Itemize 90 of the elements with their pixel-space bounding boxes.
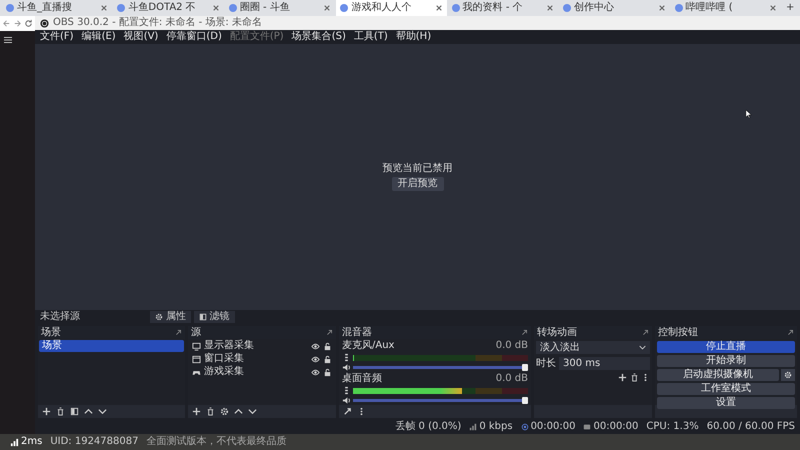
undock-icon[interactable] [787, 329, 794, 336]
settings-icon[interactable] [220, 407, 229, 416]
undock-icon[interactable] [326, 329, 333, 336]
control-button[interactable]: 工作室模式 [657, 383, 795, 395]
channel-name: 桌面音频 [342, 373, 382, 385]
control-button[interactable]: 设置 [657, 397, 795, 409]
move-up-icon[interactable] [234, 407, 243, 416]
notice-text: 全面测试版本，不代表最终品质 [146, 436, 286, 448]
filter-icon [198, 313, 206, 321]
volume-slider-handle[interactable] [522, 397, 528, 404]
source-name[interactable]: 显示器采集 [204, 340, 308, 352]
delete-icon[interactable] [56, 407, 65, 416]
move-down-icon[interactable] [98, 407, 107, 416]
menu-item[interactable]: 帮助(H) [396, 31, 432, 43]
filters-button[interactable]: 滤镜 [194, 311, 234, 323]
back-icon[interactable] [2, 19, 11, 28]
gear-icon [784, 371, 792, 379]
enable-preview-button[interactable]: 开启预览 [392, 177, 444, 192]
transition-dropdown[interactable]: 淡入淡出 [536, 341, 650, 354]
duration-field[interactable]: 300 ms [559, 357, 650, 370]
settings-button[interactable] [781, 369, 795, 381]
move-up-icon[interactable] [84, 407, 93, 416]
forward-icon[interactable] [13, 19, 22, 28]
fps-counter: 60.00 / 60.00 FPS [706, 421, 795, 433]
control-button[interactable]: 启动虚拟摄像机 [657, 369, 778, 381]
user-id: UID: 1924788087 [50, 436, 138, 448]
browser-tab[interactable]: 游戏和人人个 [336, 0, 447, 16]
preview-message: 预览当前已禁用 [382, 162, 452, 175]
dock-title: 转场动画 [537, 326, 577, 338]
monitor-icon [192, 342, 201, 350]
dropped-frames: 丢帧 0 (0.0%) [395, 421, 462, 433]
app-logo-icon [40, 18, 49, 28]
window-icon [192, 354, 201, 364]
mouse-pointer-icon [745, 110, 754, 119]
undock-icon[interactable] [521, 329, 528, 336]
window-title: OBS 30.0.2 - 配置文件: 未命名 - 场景: 未命名 [53, 17, 262, 29]
add-icon[interactable] [192, 407, 201, 416]
menu-item[interactable]: 编辑(E) [82, 31, 116, 43]
menu-item[interactable]: 场景集合(S) [292, 31, 346, 43]
channel-reading: 0.0 dB [496, 373, 528, 385]
reload-icon[interactable] [24, 19, 33, 28]
gear-icon [155, 313, 163, 321]
volume-slider-handle[interactable] [522, 364, 528, 371]
channel-reading: 0.0 dB [496, 340, 528, 352]
speaker-icon[interactable] [342, 396, 351, 405]
signal-icon [10, 438, 19, 446]
scene-item[interactable]: 场景 [39, 340, 184, 352]
undock-icon[interactable] [175, 329, 182, 336]
eye-icon[interactable] [311, 354, 320, 364]
source-name[interactable]: 游戏采集 [204, 366, 308, 378]
channel-name: 麦克风/Aux [342, 340, 394, 352]
menu-item[interactable]: 视图(V) [124, 31, 158, 43]
cpu-usage: CPU: 1.3% [646, 421, 699, 433]
unlock-icon[interactable] [323, 354, 332, 364]
add-icon[interactable] [42, 407, 51, 416]
control-button[interactable]: 停止直播 [657, 341, 795, 353]
link-icon[interactable] [343, 407, 352, 416]
bitrate: 0 kbps [479, 421, 513, 433]
control-button[interactable]: 开始录制 [657, 355, 795, 367]
unlock-icon[interactable] [323, 342, 332, 350]
dock-title: 场景 [41, 326, 61, 338]
stream-icon [520, 423, 529, 431]
stream-time: 00:00:00 [530, 421, 576, 433]
signal-icon [469, 423, 478, 431]
record-time: 00:00:00 [593, 421, 638, 433]
menu-item[interactable]: 工具(T) [354, 31, 388, 43]
more-icon[interactable] [342, 386, 351, 395]
delete-icon[interactable] [206, 407, 215, 416]
menu-item[interactable]: 文件(F) [40, 31, 74, 43]
eye-icon[interactable] [311, 368, 320, 376]
delete-icon[interactable] [630, 373, 638, 382]
unlock-icon[interactable] [323, 368, 332, 376]
ping-text: 2ms [21, 436, 42, 448]
dock-title: 源 [191, 326, 201, 338]
dock-title: 控制按钮 [658, 326, 698, 338]
duration-label: 时长 [536, 358, 556, 370]
filter-icon[interactable] [70, 407, 79, 416]
menu-icon[interactable] [3, 35, 13, 45]
properties-button[interactable]: 属性 [150, 311, 191, 323]
undock-icon[interactable] [642, 329, 649, 336]
context-label: 未选择源 [40, 311, 80, 323]
source-name[interactable]: 窗口采集 [204, 353, 308, 365]
record-icon [583, 423, 592, 431]
eye-icon[interactable] [311, 342, 320, 350]
dock-title: 混音器 [342, 326, 372, 338]
more-icon[interactable] [342, 353, 351, 362]
menu-item[interactable]: 停靠窗口(D) [166, 31, 222, 43]
move-down-icon[interactable] [248, 407, 257, 416]
speaker-icon[interactable] [342, 363, 351, 372]
add-icon[interactable] [618, 373, 627, 382]
